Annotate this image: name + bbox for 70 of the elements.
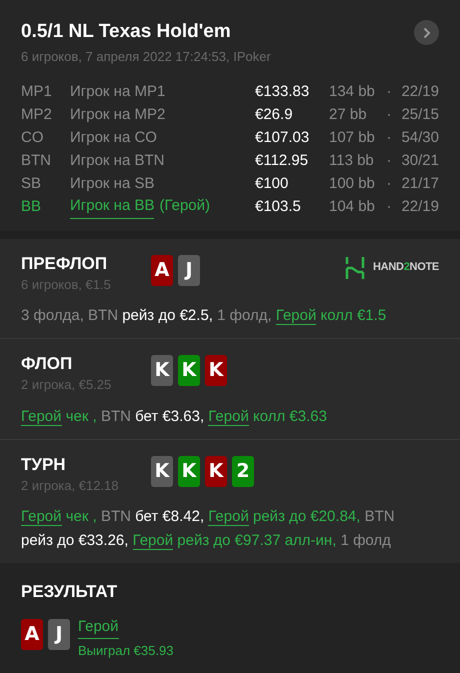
player-stack: €100 bbox=[255, 174, 290, 194]
player-name: Игрок на SB bbox=[70, 174, 154, 194]
action-line: Герой чек , BTN бет €3.63, Герой колл €3.63 bbox=[21, 406, 328, 428]
playing-card: A bbox=[21, 618, 43, 650]
playing-card: J bbox=[48, 618, 70, 650]
player-position: MP2 bbox=[21, 104, 53, 125]
hand-subtitle: 6 игроков, 7 апреля 2022 17:24:53, IPoker bbox=[21, 48, 272, 66]
winner-link[interactable]: Герой bbox=[78, 616, 119, 639]
separator-dot: · bbox=[386, 150, 392, 171]
hero-link[interactable]: Герой bbox=[21, 408, 62, 426]
player-stats: 21/17 bbox=[400, 174, 439, 194]
hero-link[interactable]: Герой bbox=[132, 532, 174, 550]
player-position: BB bbox=[21, 196, 42, 217]
street-title: ПРЕФЛОП bbox=[21, 252, 108, 274]
player-position: CO bbox=[21, 128, 44, 148]
separator-dot: · bbox=[386, 174, 392, 194]
player-stack: €133.83 bbox=[255, 82, 310, 102]
result-title: РЕЗУЛЬТАТ bbox=[21, 581, 118, 603]
action-line: Герой чек , BTN бет €8.42, Герой рейз до €20.84, BTN bbox=[21, 507, 396, 528]
player-stack: €112.95 bbox=[255, 150, 310, 171]
player-bb: 107 bb bbox=[329, 128, 376, 148]
street-title: ТУРН bbox=[21, 454, 67, 476]
player-name: Игрок на BTN bbox=[70, 150, 164, 171]
player-position: BTN bbox=[21, 150, 52, 171]
player-name: Игрок на MP2 bbox=[70, 104, 166, 125]
action-line: 3 фолда, BTN рейз до €2.5, 1 фолд, Герой колл €1.5 bbox=[21, 306, 388, 327]
chevron-right-icon bbox=[422, 26, 430, 38]
playing-card: 2 bbox=[232, 456, 254, 486]
logo-text: HAND2NOTE bbox=[373, 260, 439, 276]
player-bb: 113 bb bbox=[329, 150, 375, 171]
hand-title: 0.5/1 NL Texas Hold'em bbox=[21, 20, 231, 44]
playing-card: K bbox=[205, 456, 227, 486]
player-stack: €26.9 bbox=[255, 104, 294, 125]
logo-icon bbox=[345, 256, 365, 278]
playing-card: K bbox=[205, 355, 227, 386]
player-stats: 25/15 bbox=[400, 104, 439, 125]
separator-dot: · bbox=[386, 104, 392, 125]
player-bb: 104 bb bbox=[329, 196, 376, 217]
playing-card: K bbox=[151, 355, 173, 386]
player-link[interactable]: Игрок на BB bbox=[70, 195, 154, 219]
player-bb: 100 bb bbox=[329, 174, 376, 194]
player-stats: 22/19 bbox=[400, 196, 439, 217]
player-name: Игрок на MP1 bbox=[70, 82, 166, 102]
playing-card: A bbox=[151, 254, 173, 286]
hero-link[interactable]: Герой bbox=[276, 307, 316, 325]
hero-tag: (Герой) bbox=[159, 195, 210, 219]
player-name: Игрок на CO bbox=[70, 128, 157, 148]
separator-dot: · bbox=[386, 128, 392, 148]
player-stats: 30/21 bbox=[400, 150, 439, 171]
player-stats: 22/19 bbox=[400, 82, 439, 102]
hero-link[interactable]: Герой bbox=[21, 508, 62, 526]
player-bb: 27 bb bbox=[329, 104, 368, 125]
player-stack: €103.5 bbox=[255, 196, 302, 217]
player-stack: €107.03 bbox=[255, 128, 310, 148]
playing-card: K bbox=[178, 355, 200, 386]
hero-link[interactable]: Герой bbox=[208, 408, 249, 426]
player-position: SB bbox=[21, 174, 42, 194]
hero-link[interactable]: Герой bbox=[208, 508, 249, 526]
action-line: рейз до €33.26, Герой рейз до €97.37 алл-ин, 1 фолд bbox=[21, 531, 392, 552]
playing-card: K bbox=[151, 456, 173, 486]
separator-dot: · bbox=[386, 196, 392, 217]
playing-card: K bbox=[178, 456, 200, 486]
player-position: MP1 bbox=[21, 82, 53, 102]
player-bb: 134 bb bbox=[329, 82, 376, 102]
separator-dot: · bbox=[386, 82, 392, 102]
next-button[interactable] bbox=[414, 20, 439, 45]
win-amount: Выиграл €35.93 bbox=[78, 642, 174, 660]
street-title: ФЛОП bbox=[21, 353, 74, 375]
playing-card: J bbox=[178, 254, 200, 286]
player-stats: 54/30 bbox=[400, 128, 439, 148]
